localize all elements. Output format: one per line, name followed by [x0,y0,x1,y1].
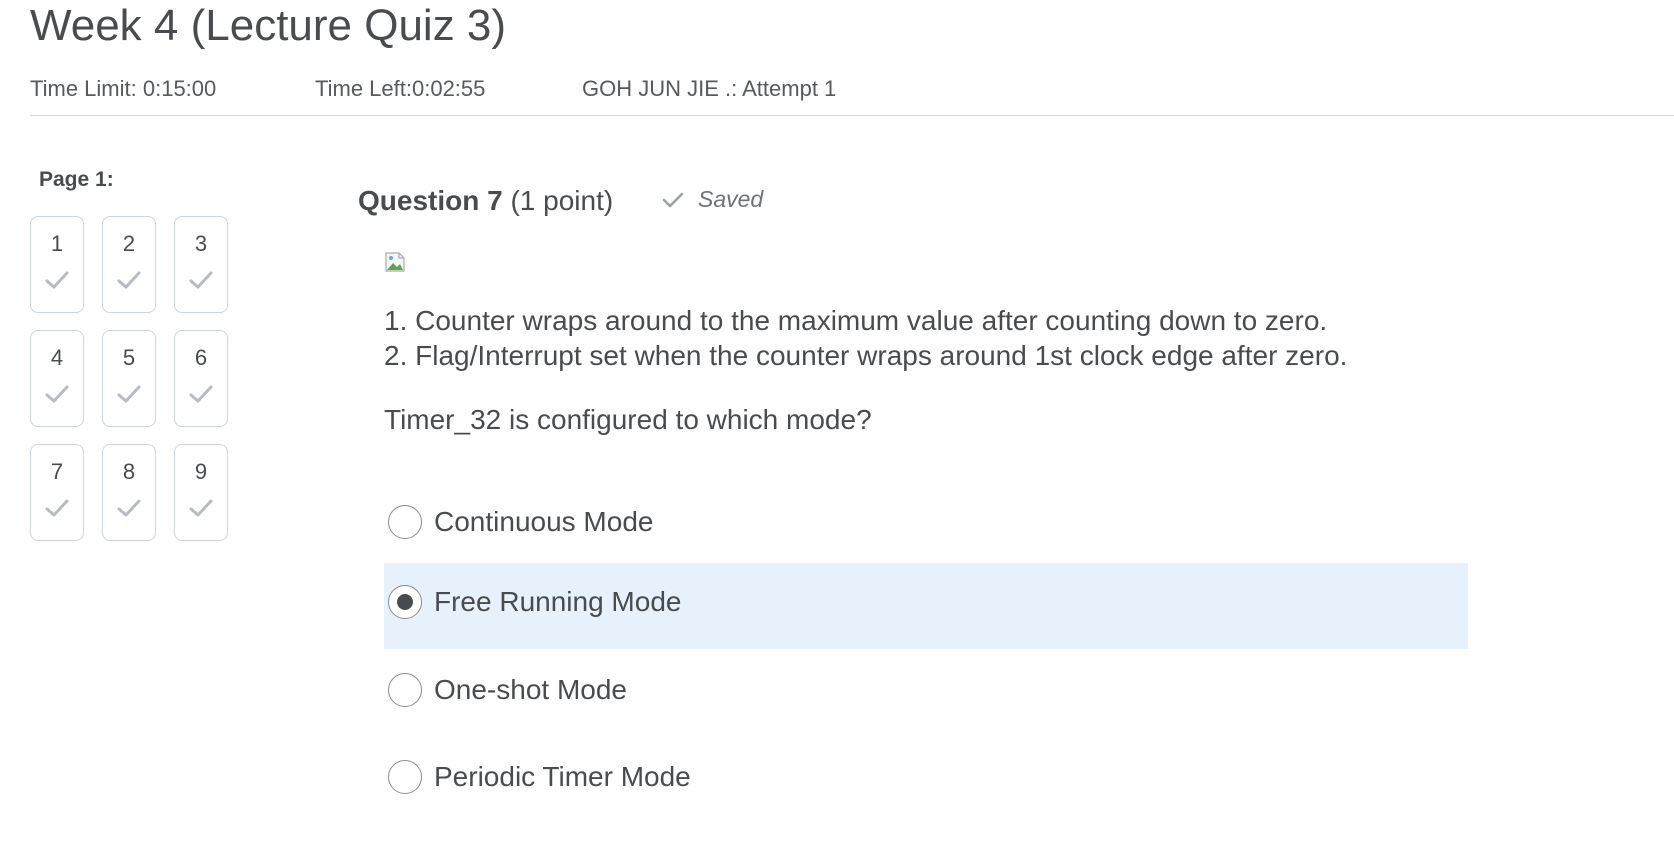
option-continuous-mode[interactable]: Continuous Mode [384,435,1468,539]
radio-button[interactable] [388,673,422,707]
question-nav-number: 9 [194,459,208,484]
question-line-2: 2. Flag/Interrupt set when the counter w… [384,340,1348,371]
question-nav-1[interactable]: 1 [30,216,84,313]
page-label: Page 1: [39,168,114,191]
quiz-title: Week 4 (Lecture Quiz 3) [30,1,507,50]
checkmark-icon [662,192,684,207]
question-nav-8[interactable]: 8 [102,444,156,541]
question-nav-number: 2 [122,231,136,256]
time-limit: Time Limit: 0:15:00 [30,76,217,101]
saved-label: Saved [698,186,764,212]
checkmark-icon [31,497,83,523]
checkmark-icon [31,269,83,295]
attempt-info: GOH JUN JIE .: Attempt 1 [582,76,837,101]
checkmark-icon [103,269,155,295]
option-label: Continuous Mode [434,506,654,537]
checkmark-icon [31,383,83,409]
question-prompt: Timer_32 is configured to which mode? [384,404,872,435]
option-label: Free Running Mode [434,586,682,617]
question-nav-number: 5 [122,345,136,370]
question-header: Question 7 (1 point) [358,183,613,219]
option-free-running-mode[interactable]: Free Running Mode [384,563,1468,649]
radio-dot [397,594,413,610]
radio-button-selected[interactable] [388,585,422,619]
question-text: 1. Counter wraps around to the maximum v… [384,303,1347,373]
option-one-shot-mode[interactable]: One-shot Mode [384,649,1468,735]
question-nav-3[interactable]: 3 [174,216,228,313]
question-nav-number: 4 [50,345,64,370]
broken-image-icon [384,250,408,274]
question-nav-number: 3 [194,231,208,256]
saved-status: Saved [662,186,763,213]
question-nav-number: 8 [122,459,136,484]
question-nav-5[interactable]: 5 [102,330,156,427]
header-divider [30,115,1674,116]
option-label: One-shot Mode [434,674,627,705]
question-nav-number: 7 [50,459,64,484]
checkmark-icon [103,383,155,409]
checkmark-icon [175,269,227,295]
question-number: Question 7 [358,185,503,216]
radio-button[interactable] [388,760,422,794]
question-nav-9[interactable]: 9 [174,444,228,541]
question-points: (1 point) [510,185,614,216]
question-line-1: 1. Counter wraps around to the maximum v… [384,305,1328,336]
checkmark-icon [103,497,155,523]
checkmark-icon [175,497,227,523]
question-nav-2[interactable]: 2 [102,216,156,313]
time-left: Time Left:0:02:55 [315,76,486,101]
radio-button[interactable] [388,505,422,539]
question-nav-6[interactable]: 6 [174,330,228,427]
question-nav-4[interactable]: 4 [30,330,84,427]
question-nav-number: 1 [50,231,64,256]
quiz-page: Week 4 (Lecture Quiz 3) Time Limit: 0:15… [0,0,1674,860]
checkmark-icon [175,383,227,409]
question-nav-7[interactable]: 7 [30,444,84,541]
option-periodic-timer-mode[interactable]: Periodic Timer Mode [384,736,1468,822]
option-label: Periodic Timer Mode [434,761,691,792]
question-nav-number: 6 [194,345,208,370]
